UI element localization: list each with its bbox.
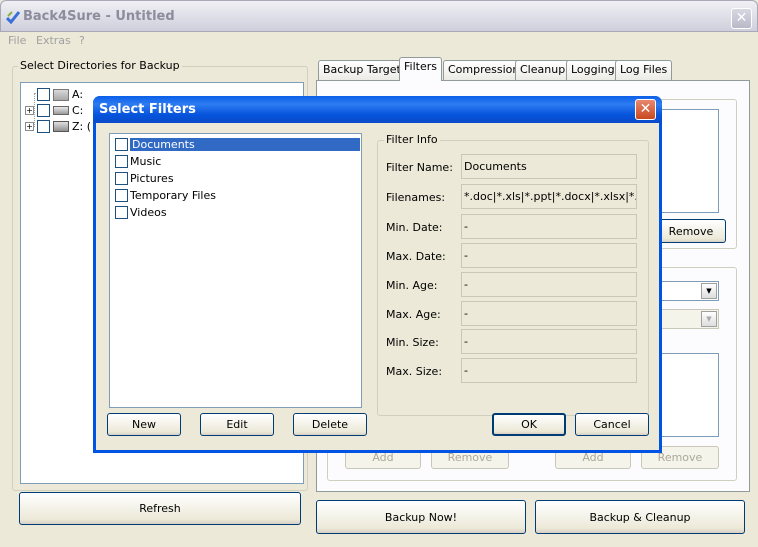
menu-help[interactable]: ? [79, 34, 85, 47]
delete-filter-button[interactable]: Delete [293, 413, 367, 436]
dialog-close-button[interactable]: ✕ [635, 99, 656, 120]
max-age-field: - [461, 301, 637, 326]
tree-item[interactable]: A: [25, 88, 83, 101]
floppy-drive-icon [53, 88, 69, 101]
tab-log-files[interactable]: Log Files [615, 60, 673, 80]
filter-item-music[interactable]: Music [115, 154, 161, 169]
hard-drive-icon [53, 106, 69, 115]
filter-checkbox[interactable] [115, 172, 128, 185]
refresh-button[interactable]: Refresh [19, 492, 301, 525]
max-age-label: Max. Age: [386, 308, 441, 321]
max-size-label: Max. Size: [386, 365, 443, 378]
tab-filters[interactable]: Filters [399, 57, 442, 81]
filter-item-pictures[interactable]: Pictures [115, 171, 174, 186]
min-age-field: - [461, 272, 637, 297]
filter-label: Pictures [130, 172, 174, 185]
max-date-label: Max. Date: [386, 250, 446, 263]
window-titlebar: Back4Sure - Untitled ✕ [0, 0, 758, 32]
filter-checkbox[interactable] [115, 155, 128, 168]
menu-file[interactable]: File [8, 34, 26, 47]
filter-item-temporary-files[interactable]: Temporary Files [115, 188, 216, 203]
filter-name-field: Documents [461, 154, 637, 179]
remove-filter-button[interactable]: Remove [656, 219, 726, 243]
tree-checkbox[interactable] [37, 104, 50, 117]
min-age-label: Min. Age: [386, 279, 438, 292]
dropdown-arrow-icon: ▼ [701, 311, 717, 327]
dropdown-arrow-icon[interactable]: ▼ [701, 283, 717, 299]
menu-bar: File Extras ? [0, 32, 758, 49]
filter-checklist[interactable]: Documents Music Pictures Temporary Files… [109, 133, 362, 408]
tree-item-label: Z: ( [72, 120, 92, 133]
filter-item-documents[interactable]: Documents [115, 137, 360, 152]
new-filter-button[interactable]: New [107, 413, 181, 436]
tree-checkbox[interactable] [37, 120, 50, 133]
filter-info-label: Filter Info [384, 133, 440, 146]
tab-cleanup[interactable]: Cleanup [515, 60, 571, 80]
filters-list[interactable] [657, 109, 719, 213]
backup-cleanup-button[interactable]: Backup & Cleanup [535, 500, 745, 534]
filter-label: Videos [130, 206, 167, 219]
select-filters-dialog: Select Filters ✕ Documents Music Picture… [93, 96, 662, 453]
window-close-button[interactable]: ✕ [731, 8, 752, 29]
network-drive-icon [53, 121, 69, 132]
filter-label: Music [130, 155, 162, 168]
tab-logging[interactable]: Logging [566, 60, 620, 80]
expand-icon[interactable]: + [25, 122, 34, 131]
filter-checkbox[interactable] [115, 138, 128, 151]
filter-name-label: Filter Name: [386, 161, 453, 174]
max-date-field: - [461, 243, 637, 268]
backup-now-button[interactable]: Backup Now! [316, 500, 526, 534]
min-date-label: Min. Date: [386, 221, 443, 234]
min-date-field: - [461, 214, 637, 239]
min-size-label: Min. Size: [386, 336, 439, 349]
tree-item-label: C: [72, 104, 84, 117]
filter-checkbox[interactable] [115, 206, 128, 219]
app-logo-icon [6, 11, 20, 24]
tree-item-label: A: [72, 88, 84, 101]
filenames-field: *.doc|*.xls|*.ppt|*.docx|*.xlsx|*.p [461, 184, 637, 209]
max-size-field: - [461, 358, 637, 383]
directories-group-label: Select Directories for Backup [18, 59, 182, 72]
extensions-list[interactable] [657, 353, 719, 437]
dialog-titlebar: Select Filters ✕ [93, 96, 662, 123]
option-select-disabled: ▼ [657, 309, 719, 329]
tree-item[interactable]: + Z: ( [25, 120, 91, 133]
min-size-field: - [461, 329, 637, 354]
option-select[interactable]: ▼ [657, 281, 719, 301]
tab-compression[interactable]: Compression [443, 60, 525, 80]
filter-checkbox[interactable] [115, 189, 128, 202]
expand-icon[interactable]: + [25, 106, 34, 115]
menu-extras[interactable]: Extras [36, 34, 71, 47]
tree-item[interactable]: + C: [25, 104, 83, 117]
dialog-title: Select Filters [99, 102, 196, 117]
filter-label: Temporary Files [130, 189, 216, 202]
ok-button[interactable]: OK [492, 413, 566, 436]
tab-backup-target[interactable]: Backup Target [318, 60, 406, 80]
tree-checkbox[interactable] [37, 88, 50, 101]
cancel-button[interactable]: Cancel [575, 413, 649, 436]
window-title: Back4Sure - Untitled [23, 9, 175, 24]
edit-filter-button[interactable]: Edit [200, 413, 274, 436]
dialog-body: Documents Music Pictures Temporary Files… [96, 123, 659, 450]
filter-label: Documents [130, 138, 360, 151]
filter-item-videos[interactable]: Videos [115, 205, 167, 220]
filenames-label: Filenames: [386, 191, 446, 204]
